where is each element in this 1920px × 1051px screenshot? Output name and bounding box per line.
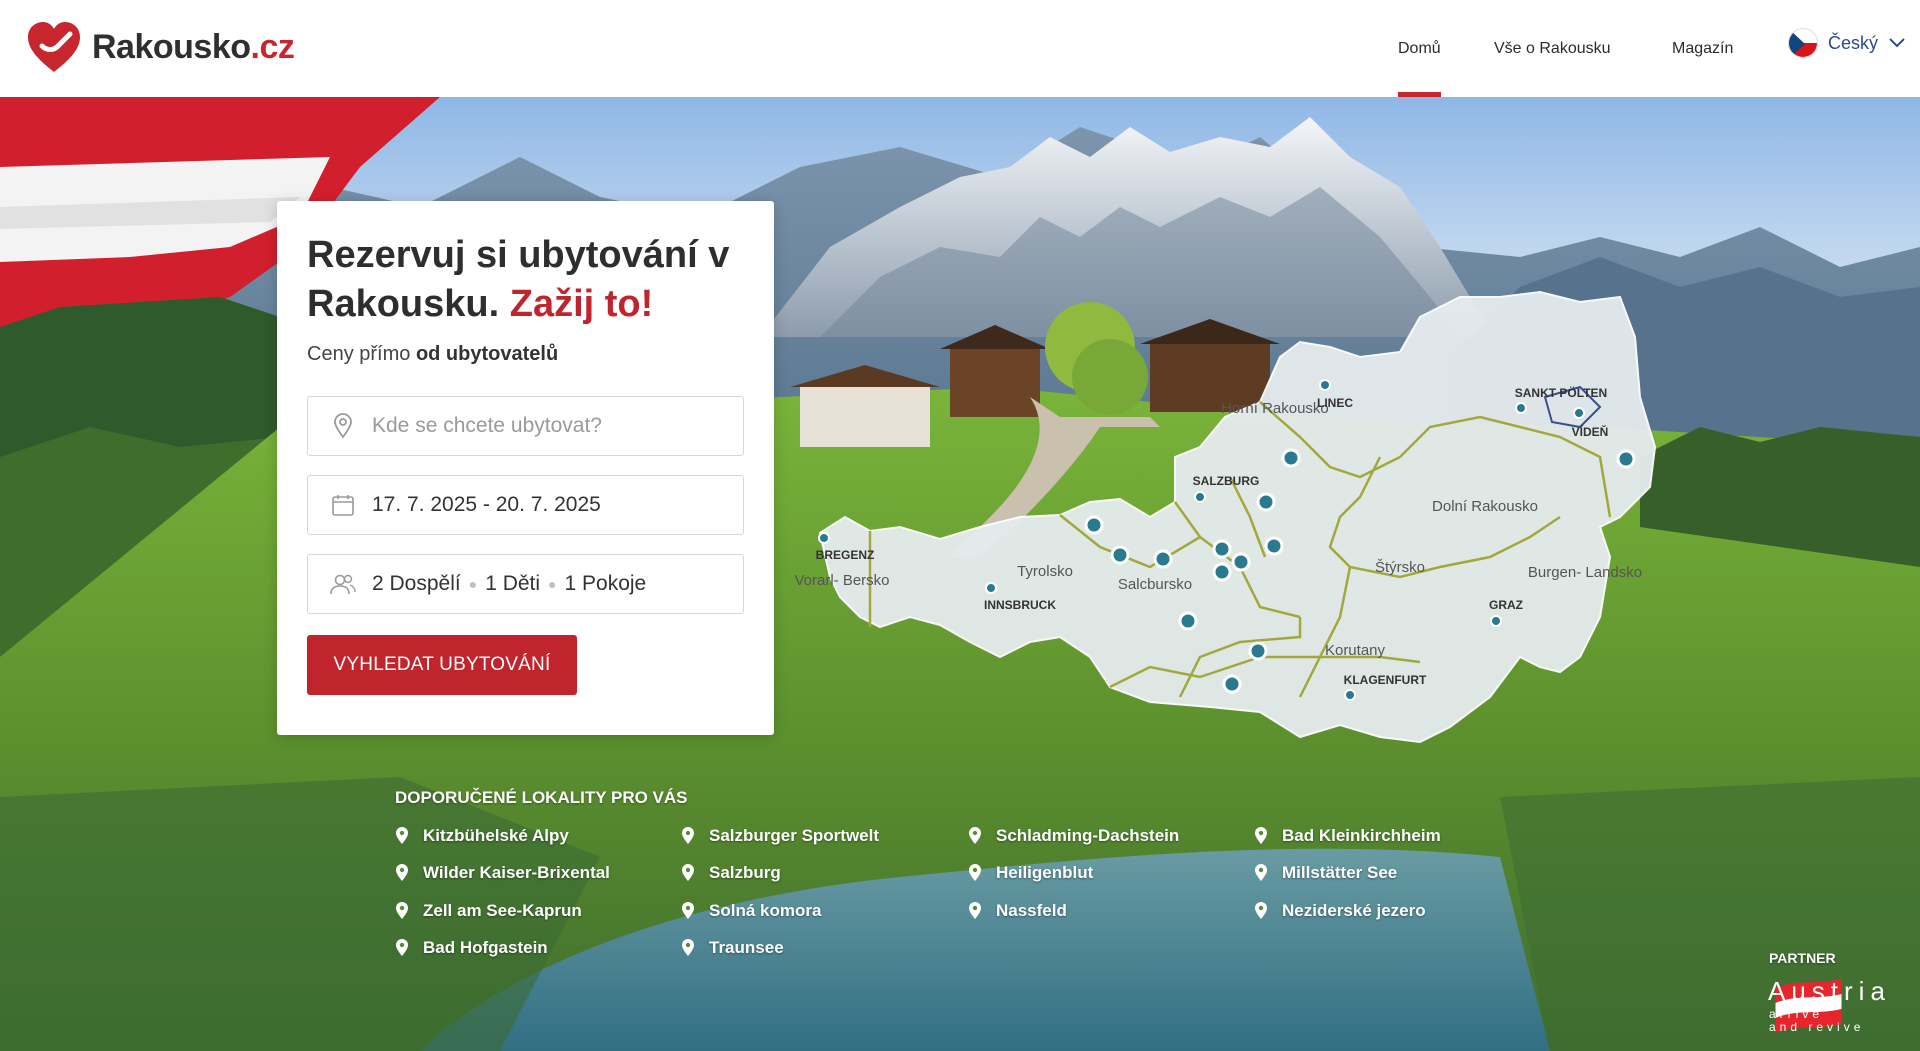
site-logo[interactable]: Rakousko.cz — [26, 20, 295, 74]
recommended-location-label: Neziderské jezero — [1282, 901, 1426, 920]
region-styria: Štýrsko — [1375, 559, 1425, 576]
city-sankt-poelten: SANKT PÖLTEN — [1515, 385, 1607, 400]
date-range-field[interactable]: 17. 7. 2025 - 20. 7. 2025 — [307, 475, 744, 535]
city-linz: LINEC — [1317, 396, 1353, 410]
region-lower-austria: Dolní Rakousko — [1432, 498, 1538, 515]
location-pin-icon — [682, 827, 694, 844]
recommended-location-link[interactable]: Salzburger Sportwelt — [681, 826, 879, 846]
location-pin-icon — [1255, 902, 1267, 919]
language-label: Český — [1828, 32, 1879, 53]
recommended-location-link[interactable]: Neziderské jezero — [1254, 901, 1426, 921]
location-pin-icon — [330, 413, 356, 439]
partner-tagline: arrive and revive — [1769, 1007, 1865, 1034]
region-upper-austria: Horní Rakousko — [1221, 400, 1329, 417]
location-pin-icon — [682, 864, 694, 881]
separator-dot: ● — [468, 576, 478, 592]
recommended-location-link[interactable]: Traunsee — [681, 938, 784, 958]
booking-card: Rezervuj si ubytování v Rakousku. Zažij … — [277, 201, 774, 735]
site-header: Rakousko.cz Domů Vše o Rakousku Magazín … — [0, 0, 1920, 97]
booking-subtitle: Ceny přímo od ubytovatelů — [307, 343, 559, 365]
location-pin-icon — [969, 864, 981, 881]
partner-brand: Austria — [1768, 976, 1891, 1006]
guests-field[interactable]: 2 Dospělí ● 1 Děti ● 1 Pokoje — [307, 554, 744, 614]
location-pin-icon — [1255, 864, 1267, 881]
recommended-location-link[interactable]: Salzburg — [681, 863, 781, 883]
children-count: 1 Děti — [485, 572, 541, 595]
region-burgenland: Burgen- Landsko — [1528, 564, 1642, 581]
city-klagenfurt: KLAGENFURT — [1344, 673, 1427, 687]
date-range-value: 17. 7. 2025 - 20. 7. 2025 — [372, 493, 601, 516]
recommended-location-label: Bad Kleinkirchheim — [1282, 826, 1441, 845]
recommended-location-link[interactable]: Schladming-Dachstein — [968, 826, 1179, 846]
language-selector[interactable]: Český — [1788, 28, 1906, 58]
recommended-location-link[interactable]: Bad Hofgastein — [395, 938, 548, 958]
location-input[interactable] — [372, 414, 732, 438]
location-pin-icon — [969, 827, 981, 844]
recommended-location-link[interactable]: Bad Kleinkirchheim — [1254, 826, 1441, 846]
separator-dot: ● — [548, 576, 557, 592]
recommended-location-link[interactable]: Zell am See-Kaprun — [395, 901, 582, 921]
region-salzburg: Salcbursko — [1118, 576, 1192, 593]
recommended-locations: DOPORUČENÉ LOKALITY PRO VÁS — [395, 788, 688, 808]
location-pin-icon — [1255, 827, 1267, 844]
recommended-location-link[interactable]: Wilder Kaiser-Brixental — [395, 863, 610, 883]
logo-text: Rakousko.cz — [92, 27, 295, 66]
city-vienna: VÍDEŇ — [1572, 424, 1609, 439]
recommended-location-link[interactable]: Nassfeld — [968, 901, 1067, 921]
region-tyrol: Tyrolsko — [1017, 563, 1073, 580]
location-pin-icon — [396, 864, 408, 881]
nav-magazine[interactable]: Magazín — [1672, 0, 1733, 97]
city-salzburg: SALZBURG — [1193, 474, 1260, 488]
recommended-location-label: Heiligenblut — [996, 863, 1094, 882]
location-pin-icon — [396, 939, 408, 956]
guests-icon — [330, 571, 356, 597]
nav-home[interactable]: Domů — [1398, 0, 1441, 97]
location-pin-icon — [682, 902, 694, 919]
recommended-location-label: Salzburger Sportwelt — [709, 826, 880, 845]
recommended-title: DOPORUČENÉ LOKALITY PRO VÁS — [395, 788, 688, 807]
recommended-location-label: Nassfeld — [996, 901, 1067, 920]
location-pin-icon — [682, 939, 694, 956]
recommended-location-label: Wilder Kaiser-Brixental — [423, 863, 610, 882]
heart-logo-icon — [28, 22, 80, 72]
calendar-icon — [330, 492, 356, 518]
adults-count: 2 Dospělí — [372, 572, 461, 595]
region-vorarlberg: Vorarl- Bersko — [794, 572, 889, 589]
recommended-location-link[interactable]: Heiligenblut — [968, 863, 1093, 883]
recommended-location-label: Schladming-Dachstein — [996, 826, 1180, 845]
nav-about-austria[interactable]: Vše o Rakousku — [1494, 0, 1611, 97]
recommended-location-link[interactable]: Solná komora — [681, 901, 821, 921]
recommended-location-label: Millstätter See — [1282, 863, 1398, 882]
recommended-location-label: Solná komora — [709, 901, 822, 920]
city-graz: GRAZ — [1489, 598, 1523, 612]
recommended-location-link[interactable]: Millstätter See — [1254, 863, 1397, 883]
booking-title: Rezervuj si ubytování v Rakousku. Zažij … — [307, 234, 730, 325]
partner-label: PARTNER — [1769, 950, 1836, 966]
location-field[interactable] — [307, 396, 744, 456]
search-accommodation-button[interactable]: VYHLEDAT UBYTOVÁNÍ — [307, 635, 577, 695]
city-bregenz: BREGENZ — [816, 548, 875, 562]
location-pin-icon — [396, 902, 408, 919]
region-carinthia: Korutany — [1325, 642, 1386, 659]
recommended-location-label: Kitzbühelské Alpy — [423, 826, 569, 845]
chevron-down-icon — [1889, 38, 1905, 48]
recommended-location-label: Bad Hofgastein — [423, 938, 548, 957]
location-pin-icon — [969, 902, 981, 919]
recommended-location-label: Traunsee — [709, 938, 784, 957]
city-innsbruck: INNSBRUCK — [984, 598, 1056, 612]
czech-flag-icon — [1788, 28, 1818, 58]
location-pin-icon — [396, 827, 408, 844]
recommended-location-link[interactable]: Kitzbühelské Alpy — [395, 826, 569, 846]
rooms-count: 1 Pokoje — [564, 572, 647, 595]
recommended-location-label: Salzburg — [709, 863, 781, 882]
recommended-location-label: Zell am See-Kaprun — [423, 901, 582, 920]
